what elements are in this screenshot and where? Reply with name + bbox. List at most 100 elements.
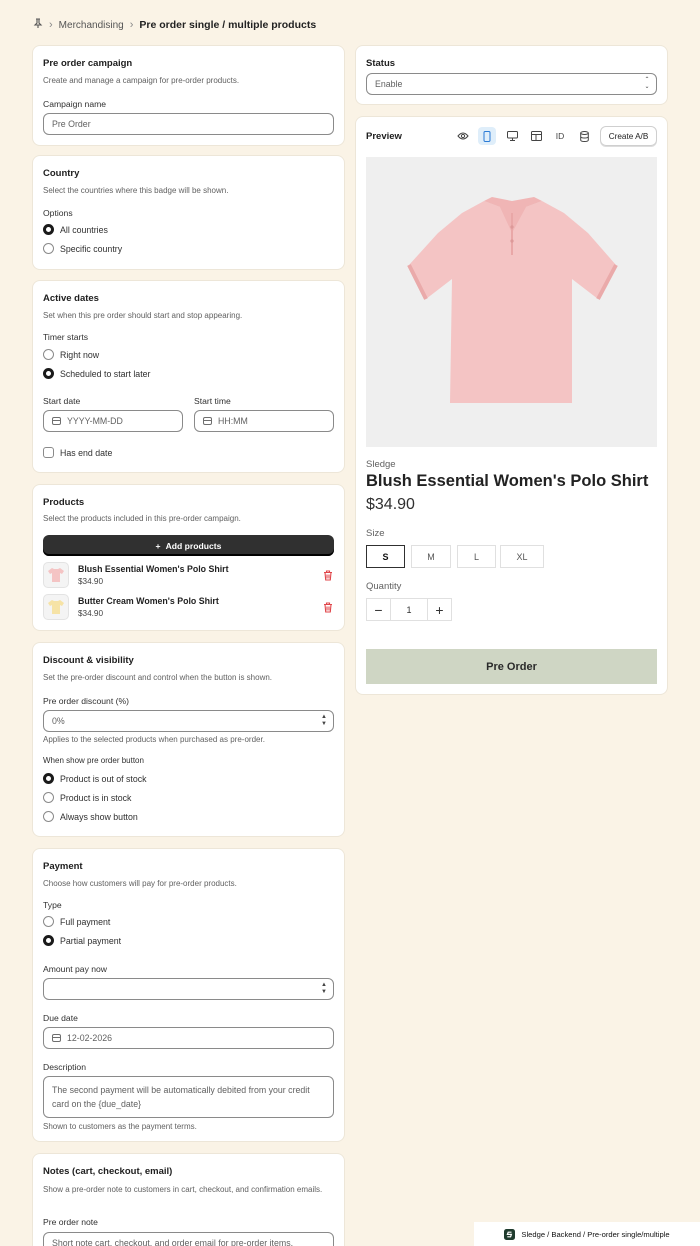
payment-subtitle: Choose how customers will pay for pre-or… [43, 879, 237, 888]
create-ab-button[interactable]: Create A/B [600, 126, 657, 146]
campaign-title: Pre order campaign [43, 58, 133, 69]
products-title: Products [43, 497, 85, 508]
database-icon[interactable] [575, 127, 593, 145]
desktop-icon[interactable] [503, 127, 521, 145]
discount-label: Pre order discount (%) [43, 696, 129, 706]
discount-card: Discount & visibility Set the pre-order … [33, 643, 344, 836]
payment-card: Payment Choose how customers will pay fo… [33, 849, 344, 1141]
select-chevron-icon: ⌃ ⌄ [644, 77, 650, 90]
stepper-icon[interactable]: ▲ ▼ [320, 714, 328, 728]
id-toggle[interactable]: ID [551, 127, 569, 145]
dates-title: Active dates [43, 293, 99, 304]
campaign-subtitle: Create and manage a campaign for pre-ord… [43, 76, 240, 85]
description-label: Description [43, 1062, 86, 1072]
product-price: $34.90 [78, 577, 104, 586]
size-option-m[interactable]: M [411, 545, 451, 568]
pin-icon[interactable] [33, 18, 43, 32]
discount-input[interactable]: 0% ▲ ▼ [43, 710, 334, 732]
trash-icon[interactable] [323, 602, 333, 613]
show-button-label: When show pre order button [43, 756, 144, 765]
description-help: Shown to customers as the payment terms. [43, 1122, 197, 1131]
quantity-label: Quantity [366, 581, 402, 592]
dates-subtitle: Set when this pre order should start and… [43, 311, 243, 320]
discount-subtitle: Set the pre-order discount and control w… [43, 673, 273, 682]
campaign-name-input[interactable]: Pre Order [43, 113, 334, 135]
radio-full-payment[interactable]: Full payment [43, 916, 110, 927]
trash-icon[interactable] [323, 570, 333, 581]
breadcrumb-parent[interactable]: Merchandising [59, 20, 124, 31]
country-options-label: Options [43, 208, 73, 218]
amount-label: Amount pay now [43, 964, 108, 974]
radio-in-stock[interactable]: Product is in stock [43, 792, 131, 803]
calendar-icon [52, 417, 61, 425]
quantity-stepper: − 1 + [366, 598, 452, 621]
due-date-label: Due date [43, 1013, 78, 1023]
payment-title: Payment [43, 861, 83, 872]
status-title: Status [366, 58, 396, 69]
product-price: $34.90 [366, 496, 415, 513]
radio-always-show[interactable]: Always show button [43, 811, 138, 822]
description-textarea[interactable]: The second payment will be automatically… [43, 1076, 334, 1118]
calendar-icon [52, 1034, 61, 1042]
radio-scheduled[interactable]: Scheduled to start later [43, 368, 150, 379]
size-option-xl[interactable]: XL [500, 545, 544, 568]
radio-partial-payment[interactable]: Partial payment [43, 935, 121, 946]
size-label: Size [366, 528, 385, 539]
quantity-value[interactable]: 1 [390, 599, 428, 620]
plus-icon: + [155, 540, 161, 551]
due-date-input[interactable]: 12-02-2026 [43, 1027, 334, 1049]
start-time-input[interactable]: HH:MM [194, 410, 334, 432]
polo-shirt-image [407, 197, 618, 403]
pre-order-button[interactable]: Pre Order [366, 649, 657, 684]
start-date-input[interactable]: YYYY-MM-DD [43, 410, 183, 432]
preview-title: Preview [366, 131, 402, 142]
products-subtitle: Select the products included in this pre… [43, 514, 241, 523]
preview-card: Preview ID Create A/B Sledge Blush Essen… [356, 117, 667, 694]
radio-all-countries[interactable]: All countries [43, 224, 108, 235]
product-item: Blush Essential Women's Polo Shirt $34.9… [43, 562, 229, 588]
country-title: Country [43, 168, 80, 179]
size-option-l[interactable]: L [457, 545, 496, 568]
products-card: Products Select the products included in… [33, 485, 344, 630]
product-price: $34.90 [78, 609, 104, 618]
clock-icon [203, 417, 212, 425]
campaign-name-label: Campaign name [43, 99, 107, 109]
product-thumbnail [43, 594, 69, 620]
discount-title: Discount & visibility [43, 655, 134, 666]
notes-title: Notes (cart, checkout, email) [43, 1166, 173, 1177]
campaign-card: Pre order campaign Create and manage a c… [33, 46, 344, 145]
country-subtitle: Select the countries where this badge wi… [43, 186, 229, 195]
status-select[interactable]: Enable ⌃ ⌄ [366, 73, 657, 95]
radio-specific-country[interactable]: Specific country [43, 243, 122, 254]
page-title: Pre order single / multiple products [139, 19, 317, 31]
footer-text: Sledge / Backend / Pre-order single/mult… [521, 1229, 670, 1239]
chevron-right-icon: › [129, 19, 134, 31]
eye-icon[interactable] [454, 127, 472, 145]
mobile-icon[interactable] [478, 127, 496, 145]
product-title: Blush Essential Women's Polo Shirt [366, 472, 649, 490]
breadcrumb: › Merchandising › Pre order single / mul… [33, 18, 316, 32]
pre-order-note-label: Pre order note [43, 1217, 98, 1227]
active-dates-card: Active dates Set when this pre order sho… [33, 281, 344, 472]
size-option-s[interactable]: S [366, 545, 405, 568]
radio-right-now[interactable]: Right now [43, 349, 99, 360]
notes-subtitle: Show a pre-order note to customers in ca… [43, 1185, 323, 1194]
notes-card: Notes (cart, checkout, email) Show a pre… [33, 1154, 344, 1246]
chevron-right-icon: › [49, 19, 53, 31]
payment-type-label: Type [43, 900, 62, 910]
layout-icon[interactable] [527, 127, 545, 145]
product-image [366, 157, 657, 447]
radio-out-of-stock[interactable]: Product is out of stock [43, 773, 147, 784]
add-products-button[interactable]: + Add products [43, 535, 334, 556]
amount-input[interactable]: ▲ ▼ [43, 978, 334, 1000]
start-date-label: Start date [43, 396, 81, 406]
footer-badge: Sledge / Backend / Pre-order single/mult… [474, 1222, 700, 1246]
pre-order-note-input[interactable]: Short note cart, checkout, and order ema… [43, 1232, 334, 1246]
stepper-icon[interactable]: ▲ ▼ [320, 982, 328, 996]
minus-icon[interactable]: − [367, 599, 390, 620]
has-end-date-checkbox[interactable]: Has end date [43, 447, 112, 458]
plus-icon[interactable]: + [428, 599, 451, 620]
country-card: Country Select the countries where this … [33, 156, 344, 269]
sledge-logo-icon [504, 1228, 516, 1240]
status-card: Status Enable ⌃ ⌄ [356, 46, 667, 104]
